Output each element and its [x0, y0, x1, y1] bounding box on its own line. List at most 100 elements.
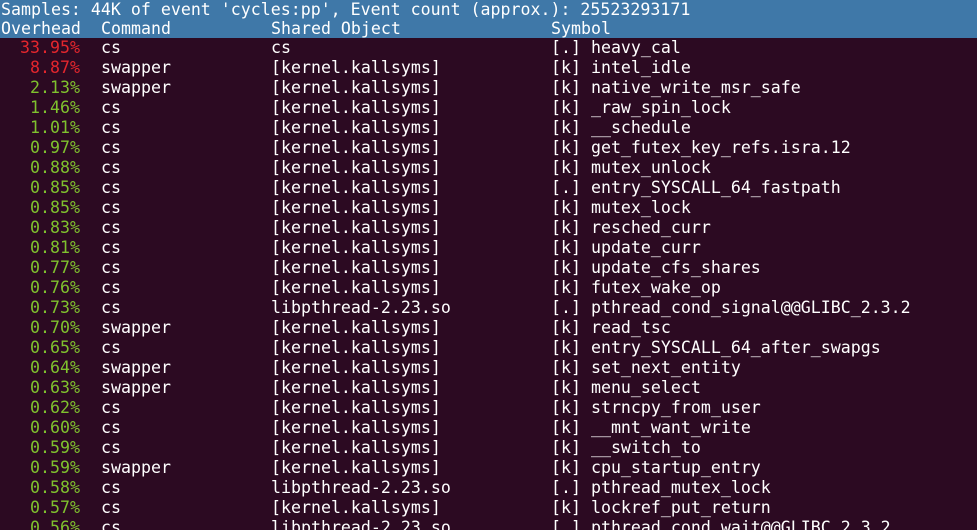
sample-row[interactable]: 0.65% cs [kernel.kallsyms] [k] entry_SYS…	[0, 338, 977, 358]
symbol-value: [k] set_next_entity	[551, 358, 741, 377]
command-value: cs	[101, 438, 121, 457]
sample-row[interactable]: 1.46% cs [kernel.kallsyms] [k] _raw_spin…	[0, 98, 977, 118]
shared-object-value: [kernel.kallsyms]	[271, 138, 441, 157]
sample-row[interactable]: 0.85% cs [kernel.kallsyms] [.] entry_SYS…	[0, 178, 977, 198]
sample-row[interactable]: 0.70% swapper [kernel.kallsyms] [k] read…	[0, 318, 977, 338]
overhead-value: 0.73%	[30, 298, 80, 317]
symbol-value: [.] heavy_cal	[551, 38, 681, 57]
sample-row[interactable]: 0.59% cs [kernel.kallsyms] [k] __switch_…	[0, 438, 977, 458]
overhead-value: 2.13%	[30, 78, 80, 97]
command-value: cs	[101, 478, 121, 497]
overhead-value: 1.01%	[30, 118, 80, 137]
sample-row[interactable]: 0.58% cs libpthread-2.23.so [.] pthread_…	[0, 478, 977, 498]
shared-object-value: [kernel.kallsyms]	[271, 238, 441, 257]
shared-object-value: [kernel.kallsyms]	[271, 218, 441, 237]
shared-object-value: [kernel.kallsyms]	[271, 458, 441, 477]
sample-row[interactable]: 8.87% swapper [kernel.kallsyms] [k] inte…	[0, 58, 977, 78]
shared-object-value: libpthread-2.23.so	[271, 478, 451, 497]
shared-object-value: [kernel.kallsyms]	[271, 498, 441, 517]
command-value: cs	[101, 398, 121, 417]
shared-object-value: [kernel.kallsyms]	[271, 438, 441, 457]
shared-object-column-header[interactable]: Shared Object	[271, 19, 401, 38]
symbol-value: [k] entry_SYSCALL_64_after_swapgs	[551, 338, 881, 357]
sample-row[interactable]: 0.81% cs [kernel.kallsyms] [k] update_cu…	[0, 238, 977, 258]
sample-row[interactable]: 2.13% swapper [kernel.kallsyms] [k] nati…	[0, 78, 977, 98]
command-value: cs	[101, 298, 121, 317]
overhead-column-header[interactable]: Overhead	[1, 19, 81, 38]
overhead-value: 0.77%	[30, 258, 80, 277]
sample-row[interactable]: 0.64% swapper [kernel.kallsyms] [k] set_…	[0, 358, 977, 378]
shared-object-value: [kernel.kallsyms]	[271, 378, 441, 397]
command-value: cs	[101, 238, 121, 257]
command-value: swapper	[101, 378, 171, 397]
overhead-value: 0.88%	[30, 158, 80, 177]
overhead-value: 0.64%	[30, 358, 80, 377]
shared-object-value: [kernel.kallsyms]	[271, 158, 441, 177]
shared-object-value: [kernel.kallsyms]	[271, 278, 441, 297]
overhead-value: 0.57%	[30, 498, 80, 517]
overhead-value: 0.85%	[30, 198, 80, 217]
shared-object-value: [kernel.kallsyms]	[271, 58, 441, 77]
command-value: cs	[101, 138, 121, 157]
shared-object-value: [kernel.kallsyms]	[271, 118, 441, 137]
symbol-value: [k] update_curr	[551, 238, 701, 257]
overhead-value: 0.62%	[30, 398, 80, 417]
command-value: cs	[101, 178, 121, 197]
command-value: cs	[101, 218, 121, 237]
overhead-value: 0.65%	[30, 338, 80, 357]
overhead-value: 0.76%	[30, 278, 80, 297]
symbol-value: [k] intel_idle	[551, 58, 691, 77]
sample-row[interactable]: 0.85% cs [kernel.kallsyms] [k] mutex_loc…	[0, 198, 977, 218]
command-value: cs	[101, 198, 121, 217]
sample-row[interactable]: 0.97% cs [kernel.kallsyms] [k] get_futex…	[0, 138, 977, 158]
sample-row[interactable]: 0.57% cs [kernel.kallsyms] [k] lockref_p…	[0, 498, 977, 518]
overhead-value: 33.95%	[20, 38, 80, 57]
sample-row[interactable]: 0.83% cs [kernel.kallsyms] [k] resched_c…	[0, 218, 977, 238]
shared-object-value: [kernel.kallsyms]	[271, 318, 441, 337]
symbol-value: [k] strncpy_from_user	[551, 398, 761, 417]
sample-row[interactable]: 0.73% cs libpthread-2.23.so [.] pthread_…	[0, 298, 977, 318]
shared-object-value: [kernel.kallsyms]	[271, 198, 441, 217]
shared-object-value: [kernel.kallsyms]	[271, 398, 441, 417]
sample-list: 33.95% cs cs [.] heavy_cal 8.87% swapper…	[0, 38, 977, 530]
shared-object-value: libpthread-2.23.so	[271, 518, 451, 530]
shared-object-value: [kernel.kallsyms]	[271, 358, 441, 377]
overhead-value: 0.60%	[30, 418, 80, 437]
command-column-header[interactable]: Command	[101, 19, 171, 38]
symbol-value: [k] cpu_startup_entry	[551, 458, 761, 477]
symbol-column-header[interactable]: Symbol	[551, 19, 611, 38]
symbol-value: [k] __switch_to	[551, 438, 701, 457]
overhead-value: 0.59%	[30, 458, 80, 477]
overhead-value: 0.58%	[30, 478, 80, 497]
sample-row[interactable]: 0.77% cs [kernel.kallsyms] [k] update_cf…	[0, 258, 977, 278]
sample-row[interactable]: 0.88% cs [kernel.kallsyms] [k] mutex_unl…	[0, 158, 977, 178]
command-value: swapper	[101, 458, 171, 477]
sample-row[interactable]: 1.01% cs [kernel.kallsyms] [k] __schedul…	[0, 118, 977, 138]
symbol-value: [k] get_futex_key_refs.isra.12	[551, 138, 851, 157]
symbol-value: [.] pthread_cond_wait@@GLIBC_2.3.2	[551, 518, 891, 530]
sample-row[interactable]: 33.95% cs cs [.] heavy_cal	[0, 38, 977, 58]
sample-row[interactable]: 0.76% cs [kernel.kallsyms] [k] futex_wak…	[0, 278, 977, 298]
sample-row[interactable]: 0.63% swapper [kernel.kallsyms] [k] menu…	[0, 378, 977, 398]
command-value: cs	[101, 498, 121, 517]
samples-summary-bar: Samples: 44K of event 'cycles:pp', Event…	[0, 0, 977, 19]
shared-object-value: libpthread-2.23.so	[271, 298, 451, 317]
command-value: swapper	[101, 318, 171, 337]
symbol-value: [k] futex_wake_op	[551, 278, 721, 297]
overhead-value: 0.81%	[30, 238, 80, 257]
symbol-value: [k] resched_curr	[551, 218, 711, 237]
command-value: swapper	[101, 58, 171, 77]
overhead-value: 0.70%	[30, 318, 80, 337]
shared-object-value: [kernel.kallsyms]	[271, 258, 441, 277]
command-value: cs	[101, 518, 121, 530]
overhead-value: 0.97%	[30, 138, 80, 157]
column-header-row: Overhead Command Shared Object Symbol	[0, 19, 977, 38]
sample-row[interactable]: 0.62% cs [kernel.kallsyms] [k] strncpy_f…	[0, 398, 977, 418]
command-value: cs	[101, 118, 121, 137]
symbol-value: [.] entry_SYSCALL_64_fastpath	[551, 178, 841, 197]
sample-row[interactable]: 0.59% swapper [kernel.kallsyms] [k] cpu_…	[0, 458, 977, 478]
sample-row[interactable]: 0.60% cs [kernel.kallsyms] [k] __mnt_wan…	[0, 418, 977, 438]
sample-row[interactable]: 0.56% cs libpthread-2.23.so [.] pthread_…	[0, 518, 977, 530]
shared-object-value: [kernel.kallsyms]	[271, 178, 441, 197]
symbol-value: [k] __mnt_want_write	[551, 418, 751, 437]
